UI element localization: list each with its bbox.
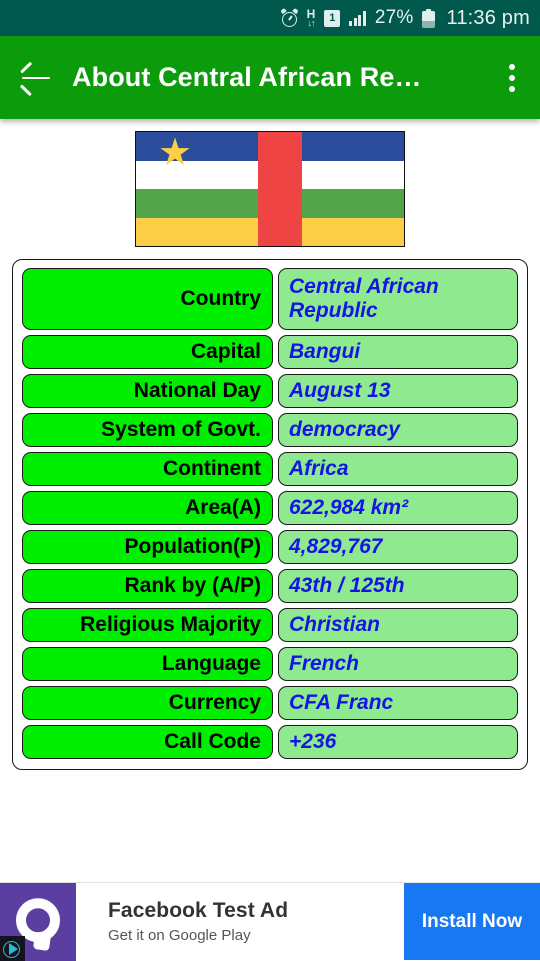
fact-label: Currency [22, 686, 273, 720]
table-row: CountryCentral African Republic [22, 268, 518, 330]
battery-percent-label: 27% [375, 7, 414, 29]
fact-value: Central African Republic [278, 268, 518, 330]
fact-label: Country [22, 268, 273, 330]
fact-value: Christian [278, 608, 518, 642]
battery-icon [422, 9, 435, 28]
table-row: Rank by (A/P)43th / 125th [22, 569, 518, 603]
network-type-icon: H ↓↑ [307, 8, 316, 28]
fact-value: Bangui [278, 335, 518, 369]
table-row: Call Code+236 [22, 725, 518, 759]
fact-label: Area(A) [22, 491, 273, 525]
fact-label: Population(P) [22, 530, 273, 564]
fact-label: System of Govt. [22, 413, 273, 447]
fact-value: August 13 [278, 374, 518, 408]
app-bar: About Central African Re… [0, 36, 540, 119]
table-row: CurrencyCFA Franc [22, 686, 518, 720]
fact-label: Religious Majority [22, 608, 273, 642]
table-row: Area(A)622,984 km² [22, 491, 518, 525]
table-row: National DayAugust 13 [22, 374, 518, 408]
table-row: Religious MajorityChristian [22, 608, 518, 642]
flag-container [0, 119, 540, 247]
country-facts-table: CountryCentral African RepublicCapitalBa… [12, 259, 528, 770]
table-row: Population(P)4,829,767 [22, 530, 518, 564]
fact-value: +236 [278, 725, 518, 759]
overflow-menu-icon[interactable] [484, 36, 540, 119]
table-row: ContinentAfrica [22, 452, 518, 486]
back-button[interactable] [0, 36, 72, 119]
fact-label: Language [22, 647, 273, 681]
fact-value: CFA Franc [278, 686, 518, 720]
page-title: About Central African Re… [72, 62, 484, 93]
fact-label: Capital [22, 335, 273, 369]
ad-subtitle: Get it on Google Play [108, 927, 404, 944]
alarm-clock-icon [281, 10, 298, 27]
fact-value: 4,829,767 [278, 530, 518, 564]
ad-text-block: Facebook Test Ad Get it on Google Play [76, 883, 404, 960]
network-arrows-label: ↓↑ [308, 19, 315, 28]
fact-value: democracy [278, 413, 518, 447]
ad-app-icon [0, 883, 76, 961]
table-row: System of Govt.democracy [22, 413, 518, 447]
signal-bars-icon [349, 10, 366, 26]
status-bar: H ↓↑ 1 27% 11:36 pm [0, 0, 540, 36]
fact-value: 43th / 125th [278, 569, 518, 603]
fact-label: Call Code [22, 725, 273, 759]
clock-label: 11:36 pm [446, 7, 530, 30]
ad-banner[interactable]: Facebook Test Ad Get it on Google Play I… [0, 882, 540, 960]
fact-label: National Day [22, 374, 273, 408]
sim-slot-icon: 1 [324, 10, 340, 27]
content-area: CountryCentral African RepublicCapitalBa… [0, 119, 540, 770]
fact-value: French [278, 647, 518, 681]
install-now-button[interactable]: Install Now [404, 883, 540, 960]
back-arrow-icon [21, 67, 51, 89]
fact-label: Continent [22, 452, 273, 486]
fact-label: Rank by (A/P) [22, 569, 273, 603]
fact-value: Africa [278, 452, 518, 486]
adchoices-icon[interactable] [0, 936, 25, 961]
table-row: LanguageFrench [22, 647, 518, 681]
central-african-republic-flag [135, 131, 405, 247]
table-row: CapitalBangui [22, 335, 518, 369]
fact-value: 622,984 km² [278, 491, 518, 525]
ad-title: Facebook Test Ad [108, 899, 404, 923]
